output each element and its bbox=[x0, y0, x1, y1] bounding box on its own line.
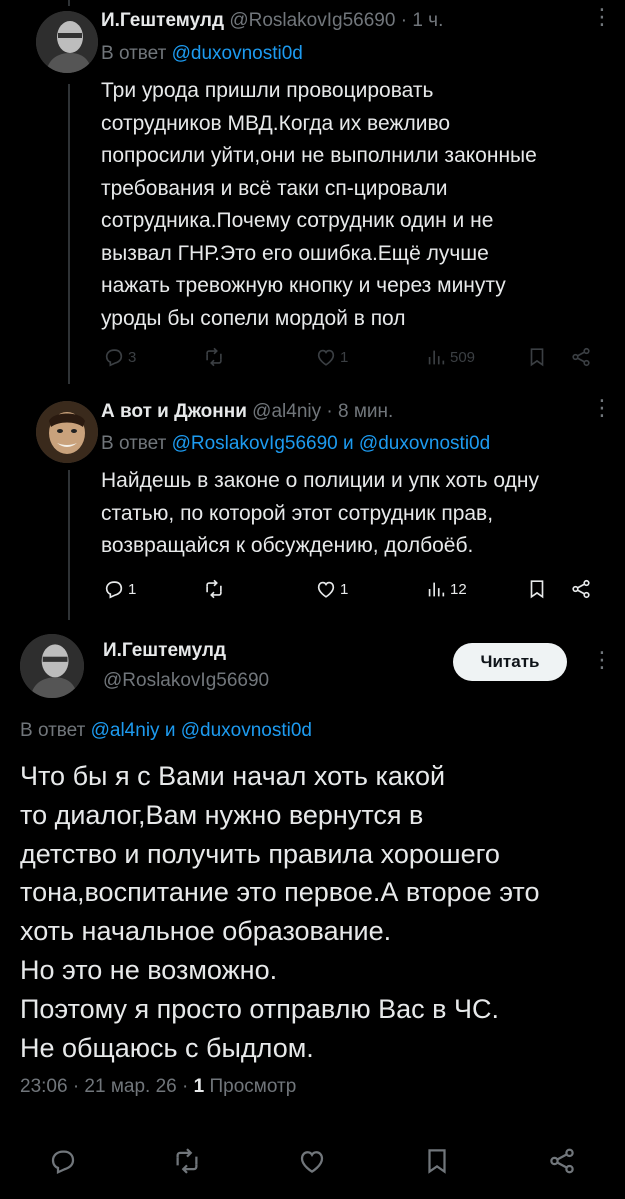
thread-line bbox=[68, 84, 70, 384]
text-line: нажать тревожную кнопку и через минуту bbox=[101, 274, 506, 297]
thread-line bbox=[68, 0, 70, 6]
reply-button[interactable]: 1 bbox=[103, 578, 136, 600]
text-line: сотрудников МВД.Когда их вежливо bbox=[101, 111, 451, 135]
text-line: тона,воспитание это первое.А второе это bbox=[20, 877, 540, 908]
share-icon[interactable] bbox=[547, 1146, 577, 1176]
heart-icon[interactable] bbox=[297, 1146, 327, 1176]
author-name[interactable]: И.Гештемулд bbox=[101, 10, 224, 31]
text-line: детство и получить правила хорошего bbox=[20, 838, 500, 869]
text-line: уроды бы сопели мордой в пол bbox=[101, 306, 406, 330]
action-bar: 1 1 12 bbox=[0, 576, 625, 602]
reply-icon[interactable] bbox=[48, 1146, 78, 1176]
more-icon[interactable]: ⋮ bbox=[591, 6, 613, 28]
text-line: статью, по которой этот сотрудник прав, bbox=[101, 501, 494, 525]
like-count: 1 bbox=[340, 348, 349, 366]
views-icon bbox=[425, 578, 447, 600]
reply-count: 3 bbox=[128, 348, 137, 366]
text-line: сотрудника.Почему сотрудник один и не bbox=[101, 209, 494, 232]
views-button[interactable]: 12 bbox=[425, 578, 467, 600]
more-icon[interactable]: ⋮ bbox=[591, 649, 613, 671]
author-handle[interactable]: @al4niy bbox=[252, 401, 321, 422]
tweet-time[interactable]: · 8 мин. bbox=[326, 401, 393, 422]
more-icon[interactable]: ⋮ bbox=[591, 397, 613, 419]
tweet-timestamp[interactable]: 23:06 · 21 мар. 26 · bbox=[20, 1076, 188, 1097]
heart-icon bbox=[315, 346, 337, 368]
author-row: И.Гештемулд @RoslakovIg56690 · 1 ч. bbox=[101, 10, 443, 32]
text-line: Не общаюсь с быдлом. bbox=[20, 1032, 314, 1063]
reply-and: и bbox=[343, 433, 354, 454]
like-count: 1 bbox=[340, 580, 349, 598]
author-handle[interactable]: @RoslakovIg56690 bbox=[103, 670, 269, 692]
reply-context: В ответ @al4niy и @duxovnosti0d bbox=[20, 720, 312, 742]
reply-icon bbox=[103, 346, 125, 368]
bookmark-icon[interactable] bbox=[422, 1146, 452, 1176]
reply-button[interactable]: 3 bbox=[103, 346, 136, 368]
text-line: Что бы я с Вами начал хоть какой bbox=[20, 761, 446, 791]
bookmark-icon bbox=[526, 578, 548, 600]
share-button[interactable] bbox=[570, 346, 592, 368]
views-count: 12 bbox=[450, 580, 467, 598]
reply-context: В ответ @RoslakovIg56690 и @duxovnosti0d bbox=[101, 433, 490, 455]
share-icon bbox=[570, 346, 592, 368]
views-icon bbox=[425, 346, 447, 368]
reply-mention[interactable]: @RoslakovIg56690 bbox=[172, 433, 338, 454]
text-line: требования и всё таки сп-цировали bbox=[101, 176, 448, 200]
avatar[interactable] bbox=[36, 401, 98, 463]
bookmark-button[interactable] bbox=[526, 578, 548, 600]
text-line: вызвал ГНР.Это его ошибка.Ещё лучше bbox=[101, 241, 489, 265]
tweet-time[interactable]: · 1 ч. bbox=[401, 10, 444, 31]
views-label[interactable]: Просмотр bbox=[209, 1076, 296, 1097]
views-count: 509 bbox=[450, 348, 476, 366]
avatar[interactable] bbox=[36, 11, 98, 73]
reply-prefix: В ответ bbox=[101, 433, 167, 454]
reply-prefix: В ответ bbox=[101, 43, 167, 64]
bookmark-icon bbox=[526, 346, 548, 368]
text-line: попросили уйти,они не выполнили законные bbox=[101, 144, 537, 167]
bookmark-button[interactable] bbox=[526, 346, 548, 368]
tweet-meta: 23:06 · 21 мар. 26 · 1 Просмотр bbox=[20, 1076, 296, 1098]
tweet-text: Найдешь в законе о полиции и упк хоть од… bbox=[101, 465, 611, 563]
views-count: 1 bbox=[193, 1076, 205, 1097]
like-button[interactable]: 1 bbox=[315, 346, 348, 368]
retweet-icon bbox=[203, 346, 225, 368]
text-line: возвращайся к обсуждению, долбоёб. bbox=[101, 534, 474, 557]
like-button[interactable]: 1 bbox=[315, 578, 348, 600]
reply-prefix: В ответ bbox=[20, 720, 86, 741]
text-line: Но это не возможно. bbox=[20, 954, 278, 985]
text-line: Три урода пришли провоцировать bbox=[101, 79, 434, 102]
text-line: Поэтому я просто отправлю Вас в ЧС. bbox=[20, 993, 499, 1024]
text-line: хоть начальное образование. bbox=[20, 916, 392, 947]
avatar[interactable] bbox=[20, 634, 84, 698]
reply-mention[interactable]: @duxovnosti0d bbox=[172, 43, 303, 64]
retweet-icon bbox=[203, 578, 225, 600]
text-line: то диалог,Вам нужно вернутся в bbox=[20, 799, 424, 830]
views-button[interactable]: 509 bbox=[425, 346, 475, 368]
reply-count: 1 bbox=[128, 580, 137, 598]
reply-context: В ответ @duxovnosti0d bbox=[101, 43, 303, 65]
share-button[interactable] bbox=[570, 578, 592, 600]
reply-icon bbox=[103, 578, 125, 600]
tweet-text: Три урода пришли провоцировать сотрудник… bbox=[101, 75, 611, 335]
retweet-button[interactable] bbox=[203, 346, 225, 368]
follow-button[interactable]: Читать bbox=[453, 643, 567, 681]
action-bar: 3 1 509 bbox=[0, 344, 625, 370]
reply-mention[interactable]: @duxovnosti0d bbox=[359, 433, 490, 454]
author-name[interactable]: А вот и Джонни bbox=[101, 401, 247, 422]
retweet-button[interactable] bbox=[203, 578, 225, 600]
tweet-text: Что бы я с Вами начал хоть какой то диал… bbox=[20, 757, 615, 1067]
author-handle[interactable]: @RoslakovIg56690 bbox=[229, 10, 395, 31]
reply-and: и bbox=[164, 720, 176, 741]
author-name[interactable]: И.Гештемулд bbox=[103, 640, 226, 662]
author-row: А вот и Джонни @al4niy · 8 мин. bbox=[101, 401, 393, 423]
reply-mention[interactable]: @duxovnosti0d bbox=[181, 720, 312, 741]
heart-icon bbox=[315, 578, 337, 600]
reply-mention[interactable]: @al4niy bbox=[91, 720, 160, 741]
retweet-icon[interactable] bbox=[172, 1146, 202, 1176]
text-line: Найдешь в законе о полиции и упк хоть од… bbox=[101, 469, 539, 492]
share-icon bbox=[570, 578, 592, 600]
